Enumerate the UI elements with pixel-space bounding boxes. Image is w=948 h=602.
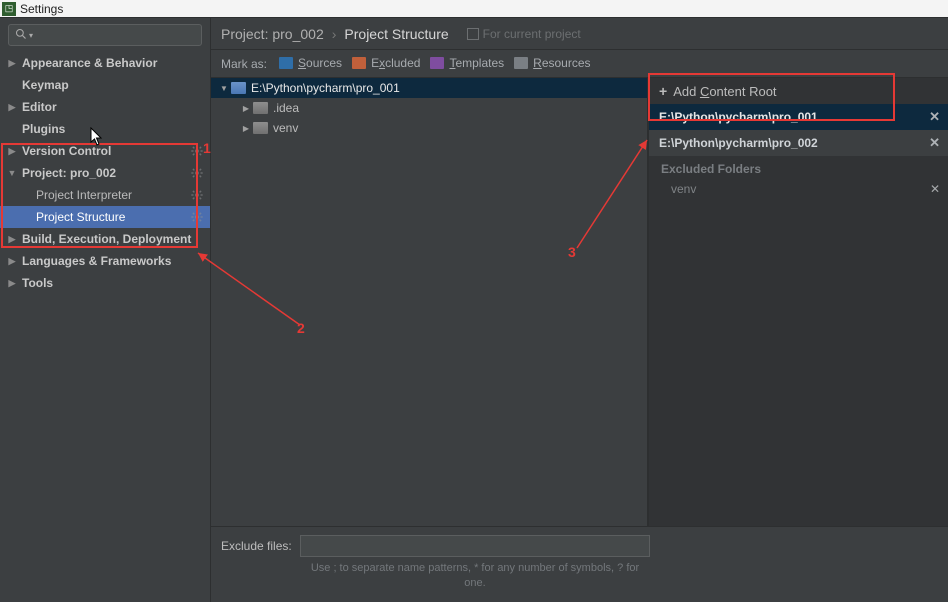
gear-icon <box>190 210 204 224</box>
window-title: Settings <box>20 2 63 16</box>
triangle-down-icon[interactable]: ▼ <box>219 84 229 93</box>
window-title-bar: ◳ Settings <box>0 0 948 17</box>
close-icon[interactable]: ✕ <box>929 109 940 125</box>
tree-row-label: venv <box>273 121 298 135</box>
gear-icon <box>190 166 204 180</box>
sidebar-item-label: Version Control <box>22 144 111 158</box>
sidebar-item-tools[interactable]: ▶ Tools <box>0 272 210 294</box>
mark-as-excluded[interactable]: Excluded <box>352 56 420 70</box>
triangle-right-icon[interactable]: ▶ <box>241 124 251 133</box>
content-roots-panel: + Add Content Root E:\Python\pycharm\pro… <box>648 78 948 526</box>
sidebar-item-project-interpreter[interactable]: Project Interpreter <box>0 184 210 206</box>
breadcrumb-project: Project: pro_002 <box>221 26 324 42</box>
sidebar-item-plugins[interactable]: ▶Plugins <box>0 118 210 140</box>
for-current-project-badge: For current project <box>467 27 581 41</box>
folder-icon <box>253 102 268 114</box>
close-icon[interactable]: ✕ <box>929 135 940 151</box>
excluded-folder-label: venv <box>671 182 696 196</box>
add-content-root-button[interactable]: + Add Content Root <box>649 78 948 104</box>
app-icon: ◳ <box>2 2 16 16</box>
chevron-right-icon: › <box>332 26 337 42</box>
tree-root-row[interactable]: ▼ E:\Python\pycharm\pro_001 <box>211 78 647 98</box>
sidebar-item-keymap[interactable]: ▶Keymap <box>0 74 210 96</box>
sidebar-item-label: Project Interpreter <box>36 188 132 202</box>
search-input[interactable]: ▾ <box>8 24 202 46</box>
sidebar-item-build-execution-deployment[interactable]: ▶ Build, Execution, Deployment <box>0 228 210 250</box>
content-root-path: E:\Python\pycharm\pro_001 <box>659 110 818 124</box>
project-scope-icon <box>467 28 479 40</box>
folder-icon <box>253 122 268 134</box>
gear-icon <box>190 144 204 158</box>
sidebar-item-label: Build, Execution, Deployment <box>22 232 191 246</box>
excluded-folder-item[interactable]: venv ✕ <box>649 178 948 200</box>
exclude-files-hint: Use ; to separate name patterns, * for a… <box>221 561 651 590</box>
folder-color-icon <box>279 57 293 69</box>
content-root-path: E:\Python\pycharm\pro_002 <box>659 136 818 150</box>
triangle-right-icon: ▶ <box>6 256 18 267</box>
sidebar-item-label: Editor <box>22 100 57 114</box>
search-icon <box>15 28 27 43</box>
sidebar-item-label: Tools <box>22 276 53 290</box>
triangle-right-icon: ▶ <box>6 146 18 157</box>
folder-icon <box>231 82 246 94</box>
content-root-item[interactable]: E:\Python\pycharm\pro_002 ✕ <box>649 130 948 156</box>
sidebar-item-appearance-behavior[interactable]: ▶ Appearance & Behavior <box>0 52 210 74</box>
triangle-right-icon: ▶ <box>6 278 18 289</box>
close-icon[interactable]: ✕ <box>930 182 940 196</box>
sidebar-item-label: Appearance & Behavior <box>22 56 157 70</box>
tree-row[interactable]: ▶ .idea <box>211 98 647 118</box>
tree-row[interactable]: ▶ venv <box>211 118 647 138</box>
breadcrumb-page: Project Structure <box>344 26 448 42</box>
mark-as-templates[interactable]: Templates <box>430 56 504 70</box>
folder-color-icon <box>352 57 366 69</box>
triangle-right-icon: ▶ <box>6 58 18 69</box>
folder-color-icon <box>514 57 528 69</box>
mark-as-sources[interactable]: Sources <box>279 56 342 70</box>
sidebar-item-label: Project: pro_002 <box>22 166 116 180</box>
triangle-right-icon[interactable]: ▶ <box>241 104 251 113</box>
gear-icon <box>190 188 204 202</box>
exclude-files-label: Exclude files: <box>221 539 292 553</box>
excluded-folders-header: Excluded Folders <box>649 156 948 178</box>
sidebar-item-project-pro-002[interactable]: ▼ Project: pro_002 <box>0 162 210 184</box>
sidebar-item-label: Project Structure <box>36 210 125 224</box>
sidebar-item-editor[interactable]: ▶ Editor <box>0 96 210 118</box>
mark-as-toolbar: Mark as: Sources Excluded Templates Resourc… <box>211 50 948 78</box>
directory-tree[interactable]: ▼ E:\Python\pycharm\pro_001 ▶ .idea ▶ venv <box>211 78 648 526</box>
sidebar-item-version-control[interactable]: ▶ Version Control <box>0 140 210 162</box>
sidebar-item-languages-frameworks[interactable]: ▶ Languages & Frameworks <box>0 250 210 272</box>
folder-color-icon <box>430 57 444 69</box>
exclude-files-bar: Exclude files: Use ; to separate name pa… <box>211 526 948 602</box>
triangle-right-icon: ▶ <box>6 234 18 245</box>
chevron-down-icon: ▾ <box>29 31 33 40</box>
mark-as-label: Mark as: <box>221 57 267 71</box>
breadcrumb: Project: pro_002 › Project Structure For… <box>211 18 948 50</box>
exclude-files-input[interactable] <box>300 535 650 557</box>
tree-row-label: .idea <box>273 101 299 115</box>
settings-sidebar: ▾ ▶Appearance & Behavior▶Keymap▶Editor▶P… <box>0 18 211 602</box>
tree-root-label: E:\Python\pycharm\pro_001 <box>251 81 400 95</box>
sidebar-item-project-structure[interactable]: Project Structure <box>0 206 210 228</box>
sidebar-item-label: Keymap <box>22 78 69 92</box>
content-root-item[interactable]: E:\Python\pycharm\pro_001 ✕ <box>649 104 948 130</box>
sidebar-item-label: Languages & Frameworks <box>22 254 171 268</box>
plus-icon: + <box>659 83 667 99</box>
mark-as-resources[interactable]: Resources <box>514 56 590 70</box>
sidebar-item-label: Plugins <box>22 122 65 136</box>
triangle-right-icon: ▶ <box>6 102 18 113</box>
triangle-down-icon: ▼ <box>6 168 18 178</box>
